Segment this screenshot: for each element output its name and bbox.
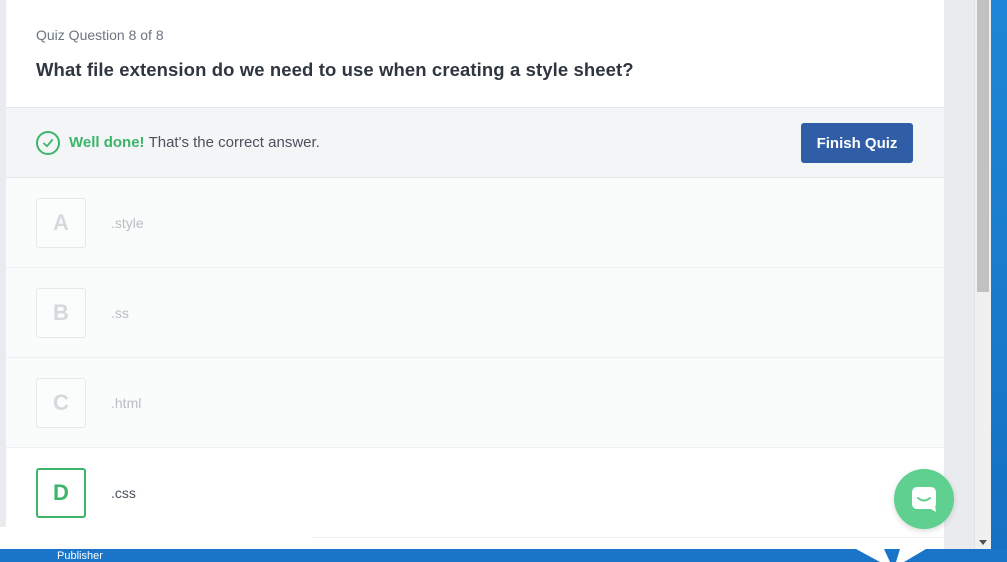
- taskbar-item-label[interactable]: Publisher: [57, 550, 103, 562]
- answer-options: A .style B .ss C .html D .css: [6, 178, 944, 538]
- option-letter: B: [36, 287, 86, 338]
- answer-option-b[interactable]: B .ss: [6, 268, 944, 358]
- chat-bubble-icon: [912, 487, 936, 512]
- option-label: .ss: [111, 304, 129, 321]
- vertical-scrollbar[interactable]: [974, 0, 991, 549]
- browser-viewport: Quiz Question 8 of 8 What file extension…: [0, 0, 974, 549]
- scrollbar-thumb[interactable]: [977, 0, 989, 292]
- finish-quiz-button[interactable]: Finish Quiz: [801, 123, 913, 163]
- option-label: .css: [111, 484, 136, 501]
- option-label: .html: [111, 394, 142, 411]
- question-text: What file extension do we need to use wh…: [36, 59, 634, 80]
- chat-launcher-button[interactable]: [894, 469, 954, 529]
- answer-option-d[interactable]: D .css: [6, 448, 944, 538]
- option-letter: D: [36, 467, 86, 518]
- answer-option-c[interactable]: C .html: [6, 358, 944, 448]
- window-edge: [0, 527, 313, 549]
- desktop-shape: [856, 549, 926, 562]
- quiz-header: Quiz Question 8 of 8 What file extension…: [6, 0, 944, 108]
- check-circle-icon: [36, 130, 60, 155]
- option-letter: A: [36, 197, 86, 248]
- option-label: .style: [111, 214, 144, 231]
- answer-feedback: Well done! That's the correct answer. Fin…: [6, 108, 944, 178]
- feedback-text: Well done! That's the correct answer.: [69, 134, 320, 151]
- quiz-card: Quiz Question 8 of 8 What file extension…: [6, 0, 944, 549]
- feedback-strong: Well done!: [69, 134, 145, 151]
- option-letter: C: [36, 377, 86, 428]
- scroll-down-arrow-icon[interactable]: [979, 540, 987, 545]
- feedback-message: That's the correct answer.: [148, 134, 320, 151]
- question-counter: Quiz Question 8 of 8: [36, 27, 164, 43]
- answer-option-a[interactable]: A .style: [6, 178, 944, 268]
